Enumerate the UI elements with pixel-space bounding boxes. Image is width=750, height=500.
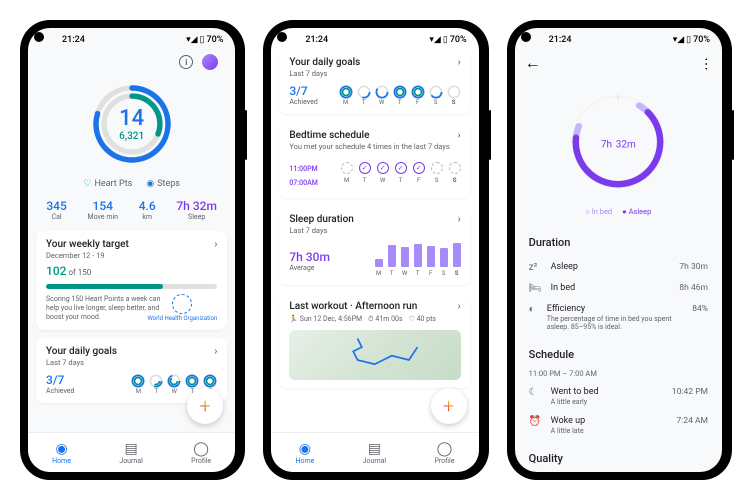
schedule-section: Schedule 11:00 PM – 7:00 AM ☾Went to bed… [515,342,722,446]
status-bar: 21:24 ▾◢▯70% [271,28,478,49]
info-icon[interactable]: i [179,55,193,69]
row-inbed[interactable]: 🛏In bed 8h 46m [529,278,708,299]
profile-icon: ◯ [191,441,211,457]
bottom-nav: ◉Home ▤Journal ◯Profile [28,432,235,472]
efficiency-icon: ◐ [529,304,539,315]
sleep-bars [375,241,461,267]
phone-sleep: 21:24 ▾◢▯70% ← ⋯ [507,20,730,480]
bedtime-card[interactable]: Bedtime schedule› You met your schedule … [279,122,470,198]
quality-section: Quality ≡Sleep stages ⓘ [515,446,722,472]
metrics-row: 345Cal 154Move min 4.6km 7h 32mSleep [36,199,227,221]
status-time: 21:24 [62,35,85,45]
activity-ring[interactable]: 14 6,321 [36,79,227,169]
nav-journal[interactable]: ▤Journal [363,441,386,465]
avatar[interactable] [201,53,219,71]
plus-icon: + [443,394,454,418]
battery-icon: ▯ [686,35,691,45]
daily-goals-card[interactable]: Your daily goals› Last 7 days 3/7Achieve… [279,49,470,114]
wifi-icon: ▾◢ [186,35,197,45]
row-went-to-bed[interactable]: ☾Went to bedA little early 10:42 PM [529,382,708,411]
chevron-right-icon: › [458,130,461,141]
bottom-nav: ◉Home ▤Journal ◯Profile [271,432,478,472]
steps-icon: ◉ [146,179,154,189]
fab-add[interactable]: + [431,388,467,424]
progress-bar [46,284,217,289]
journal-icon: ▤ [363,441,386,457]
wifi-icon: ▾◢ [429,35,440,45]
battery-icon: ▯ [443,35,448,45]
wifi-icon: ▾◢ [673,35,684,45]
camera-cutout [521,32,531,42]
map-preview [289,330,460,380]
metric-km[interactable]: 4.6km [139,199,156,221]
bedtime-times: 11:00PM 07:00AM [289,161,318,190]
weekly-target-card[interactable]: Your weekly target› December 12 - 19 102… [36,231,227,330]
metric-sleep[interactable]: 7h 32mSleep [176,199,217,221]
last-workout-card[interactable]: Last workout · Afternoon run› 🏃 Sun 12 D… [279,293,470,388]
sleep-duration-card[interactable]: Sleep duration› Last 7 days 7h 30mAverag… [279,206,470,285]
metric-move[interactable]: 154Move min [87,199,118,221]
workout-meta: 🏃 Sun 12 Dec, 4:56PM ⏱ 41m 00s ♡ 40 pts [289,315,460,324]
status-bar: 21:24 ▾◢▯70% [515,28,722,49]
status-icons: ▾◢ ▯ 70% [186,35,223,45]
home-icon: ◉ [295,441,314,457]
row-efficiency[interactable]: ◐EfficiencyThe percentage of time in bed… [529,299,708,336]
bed-icon: 🛏 [529,283,543,294]
back-button[interactable]: ← [525,53,541,73]
status-bar: 21:24 ▾◢ ▯ 70% [28,28,235,49]
nav-home[interactable]: ◉Home [52,441,71,465]
phone-home: 21:24 ▾◢ ▯ 70% i 14 6,3 [20,20,243,480]
home-icon: ◉ [52,441,71,457]
plus-icon: + [200,394,211,418]
zzz-icon: z² [529,262,543,273]
more-icon[interactable]: ⋯ [698,57,714,69]
duration-section: Duration z²Asleep 7h 30m 🛏In bed 8h 46m … [515,230,722,342]
ring-legend: ♡Heart Pts ◉Steps [36,179,227,189]
chevron-right-icon: › [458,301,461,312]
chevron-right-icon: › [214,346,217,357]
chevron-right-icon: › [214,239,217,250]
sleep-time-value: 7h 32m [601,134,636,152]
sleep-clock: 7h 32m [515,87,722,197]
phone-journal: 21:24 ▾◢▯70% Your daily goals› Last 7 da… [263,20,486,480]
row-asleep[interactable]: z²Asleep 7h 30m [529,257,708,278]
metric-cal[interactable]: 345Cal [46,199,66,221]
chevron-right-icon: › [458,57,461,68]
day-rings: M T W T F S S [339,84,461,106]
moon-icon: ☾ [529,387,543,398]
who-badge: World Health Organization [147,294,217,323]
nav-profile[interactable]: ◯Profile [434,441,454,465]
journal-icon: ▤ [119,441,142,457]
nav-profile[interactable]: ◯Profile [191,441,211,465]
chevron-right-icon: › [458,214,461,225]
alarm-icon: ⏰ [529,416,543,427]
bedtime-checks: ✓✓✓✓ [341,162,461,174]
profile-icon: ◯ [434,441,454,457]
row-woke-up[interactable]: ⏰Woke upA little late 7:24 AM [529,411,708,440]
heart-pts-value: 14 [119,106,144,131]
nav-home[interactable]: ◉Home [295,441,314,465]
battery-icon: ▯ [200,35,205,45]
nav-journal[interactable]: ▤Journal [119,441,142,465]
heart-icon: ♡ [83,179,91,189]
steps-value: 6,321 [119,131,144,142]
camera-cutout [34,32,44,42]
sleep-legend: ○ In bed ● Asleep [515,207,722,216]
